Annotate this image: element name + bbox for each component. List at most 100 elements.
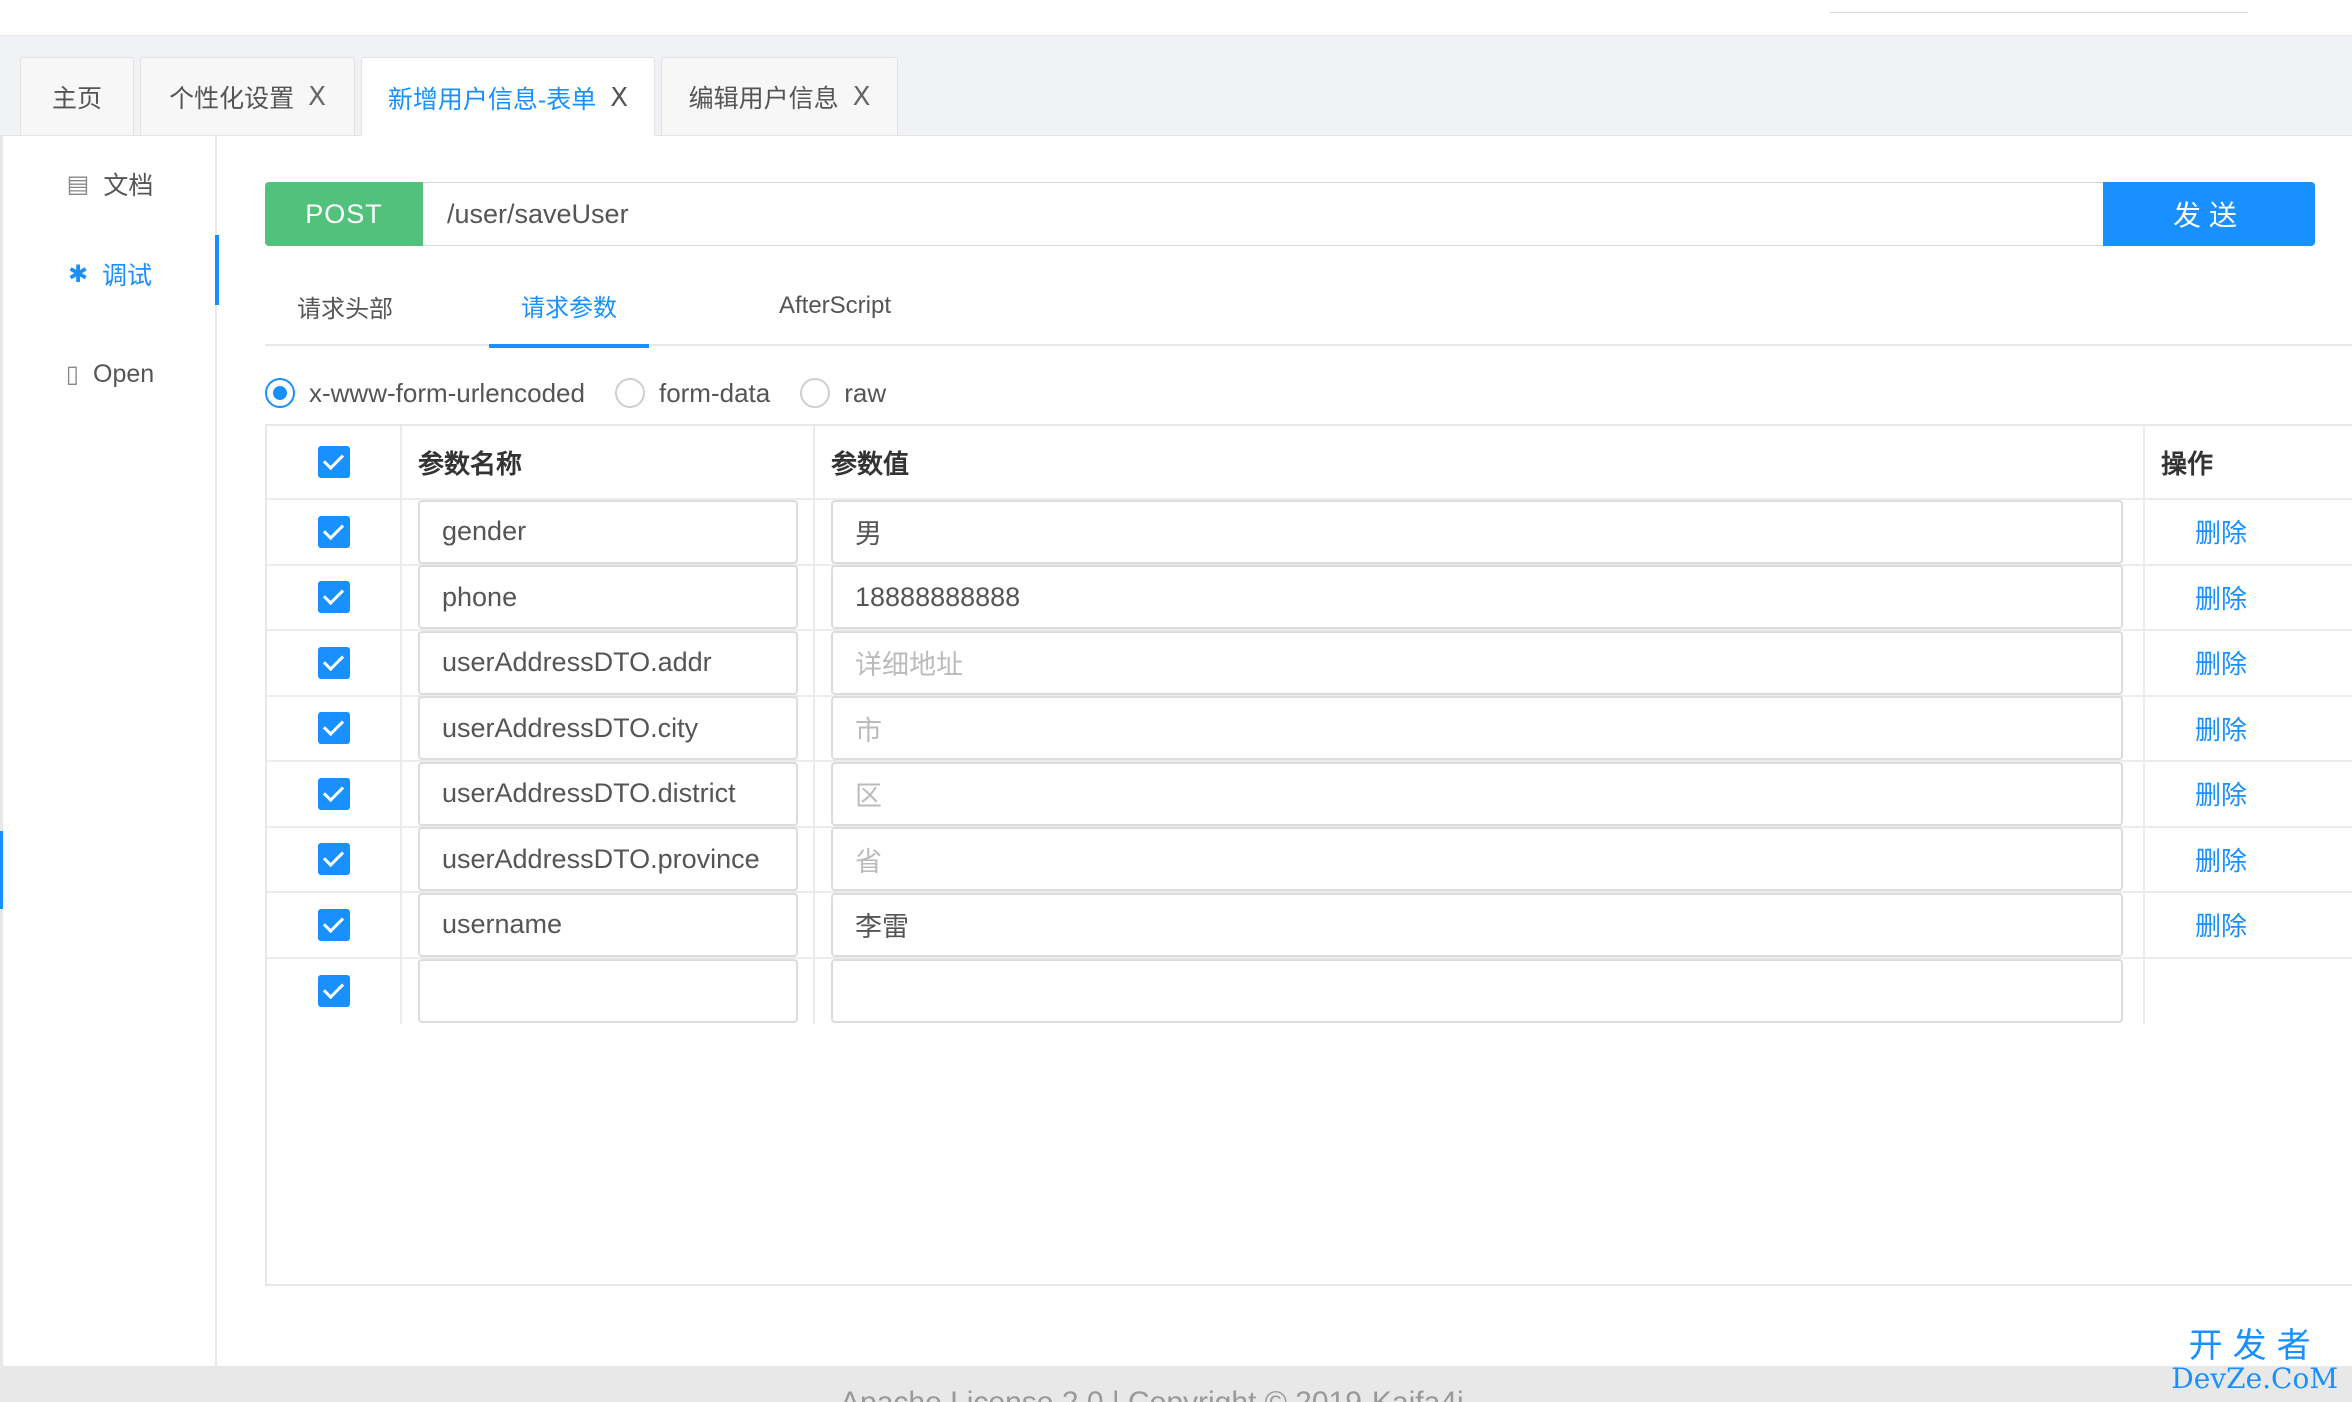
tab-label: 主页	[51, 84, 102, 113]
row-check-cell	[267, 565, 402, 629]
row-check-cell	[267, 631, 402, 695]
row-value-cell: 省	[815, 827, 2145, 892]
delete-link[interactable]: 删除	[2195, 644, 2247, 681]
param-value-input[interactable]: 18888888888	[831, 565, 2123, 630]
delete-link[interactable]: 删除	[2195, 841, 2247, 878]
select-all-checkbox[interactable]	[317, 446, 350, 478]
close-icon[interactable]: X	[610, 83, 628, 113]
row-check-cell	[267, 696, 402, 760]
row-check-cell	[267, 893, 402, 957]
delete-link[interactable]: 删除	[2195, 513, 2247, 550]
table-row: userAddressDTO.city 市 删除	[267, 696, 2352, 762]
row-name-cell: userAddressDTO.addr	[402, 630, 815, 695]
row-name-cell: username	[402, 892, 815, 957]
row-op-cell: 删除	[2145, 893, 2352, 957]
radio-form-data[interactable]: form-data	[614, 378, 770, 409]
close-icon[interactable]: X	[308, 82, 326, 112]
sidebar: ▤ 文档 ✱ 调试 ▯ Open	[3, 136, 219, 1366]
param-value-input[interactable]: 市	[831, 696, 2123, 761]
watermark-line2: DevZe.CoM	[2171, 1362, 2338, 1395]
tab-add-user-form[interactable]: 新增用户信息-表单 X	[361, 57, 655, 137]
table-row: userAddressDTO.district 区 删除	[267, 761, 2352, 828]
sidebar-item-label: 调试	[102, 262, 153, 290]
param-value-input[interactable]: 省	[831, 827, 2123, 892]
header-value: 参数值	[815, 426, 2145, 498]
param-value-input[interactable]	[831, 959, 2123, 1024]
top-header	[0, 0, 2352, 36]
param-name-input[interactable]	[418, 959, 798, 1024]
row-name-cell: userAddressDTO.city	[402, 696, 815, 761]
param-name-input[interactable]: userAddressDTO.province	[418, 827, 798, 892]
delete-link[interactable]: 删除	[2195, 710, 2247, 747]
param-name-input[interactable]: gender	[418, 499, 798, 564]
row-checkbox[interactable]	[317, 646, 350, 679]
header-search-underline	[1830, 12, 2248, 13]
param-name-input[interactable]: phone	[418, 565, 798, 630]
method-badge[interactable]: POST	[265, 182, 423, 246]
tab-label: 个性化设置	[169, 84, 295, 113]
param-name-input[interactable]: userAddressDTO.city	[418, 696, 798, 761]
param-name-input[interactable]: username	[418, 892, 798, 957]
tab-label: 新增用户信息-表单	[387, 85, 597, 114]
header-op: 操作	[2161, 448, 2214, 479]
row-checkbox[interactable]	[317, 712, 350, 745]
row-checkbox[interactable]	[317, 581, 350, 614]
param-value-input[interactable]: 区	[831, 761, 2123, 826]
row-checkbox[interactable]	[317, 777, 350, 810]
row-checkbox[interactable]	[317, 843, 350, 876]
table-header: 参数名称 参数值 操作	[267, 426, 2352, 500]
param-value-input[interactable]: 男	[831, 499, 2123, 564]
row-check-cell	[267, 827, 402, 891]
row-checkbox[interactable]	[317, 908, 350, 941]
delete-link[interactable]: 删除	[2195, 906, 2247, 943]
tab-request-params[interactable]: 请求参数	[489, 266, 649, 348]
row-name-cell: phone	[402, 565, 815, 630]
param-name-input[interactable]: userAddressDTO.addr	[418, 630, 798, 695]
row-check-cell	[267, 762, 402, 826]
param-value-input[interactable]: 李雷	[831, 892, 2123, 957]
radio-raw[interactable]: raw	[800, 378, 886, 409]
row-value-cell: 区	[815, 761, 2145, 826]
radio-dot[interactable]	[614, 378, 645, 408]
tab-bar: 主页 个性化设置 X 新增用户信息-表单 X 编辑用户信息 X	[0, 36, 2352, 137]
sidebar-item-open[interactable]: ▯ Open	[3, 329, 217, 419]
radio-urlencoded[interactable]: x-www-form-urlencoded	[265, 378, 585, 409]
url-input[interactable]: /user/saveUser	[423, 182, 2103, 246]
row-checkbox[interactable]	[317, 975, 350, 1008]
row-check-cell	[267, 500, 402, 564]
row-value-cell: 18888888888	[815, 565, 2145, 630]
radio-dot[interactable]	[265, 378, 295, 408]
tab-afterscript[interactable]: AfterScript	[725, 266, 945, 346]
tab-request-headers[interactable]: 请求头部	[265, 266, 425, 346]
row-op-cell: 删除	[2145, 631, 2352, 695]
radio-dot[interactable]	[800, 378, 831, 408]
radio-label: raw	[844, 377, 887, 408]
close-icon[interactable]: X	[853, 82, 871, 112]
table-row: gender 男 删除	[267, 499, 2352, 566]
row-op-cell: 删除	[2145, 828, 2352, 892]
row-name-cell: userAddressDTO.district	[402, 761, 815, 826]
param-value-input[interactable]: 详细地址	[831, 630, 2123, 695]
tab-edit-user[interactable]: 编辑用户信息 X	[661, 57, 898, 135]
row-value-cell: 详细地址	[815, 630, 2145, 695]
row-op-cell: 删除	[2145, 566, 2352, 630]
sidebar-item-label: Open	[93, 359, 155, 388]
header-name: 参数名称	[402, 426, 815, 498]
row-checkbox[interactable]	[317, 515, 350, 548]
watermark-line1: 开发者	[2188, 1326, 2321, 1366]
file-icon: ▯	[65, 360, 80, 388]
watermark-logo: 开发者 DevZe.CoM	[2171, 1328, 2338, 1394]
delete-link[interactable]: 删除	[2195, 775, 2247, 812]
footer: Apache License 2.0 | Copyright © 2019-Ka…	[0, 1366, 2352, 1402]
sidebar-item-docs[interactable]: ▤ 文档	[3, 139, 217, 229]
row-op-cell	[2145, 959, 2352, 1025]
row-op-cell: 删除	[2145, 697, 2352, 761]
send-button[interactable]: 发送	[2103, 182, 2315, 246]
delete-link[interactable]: 删除	[2195, 579, 2247, 616]
row-op-cell: 删除	[2145, 762, 2352, 826]
footer-text: Apache License 2.0 | Copyright © 2019-Ka…	[840, 1386, 1464, 1402]
tab-home[interactable]: 主页	[20, 57, 134, 135]
tab-personal-settings[interactable]: 个性化设置 X	[140, 57, 355, 135]
sidebar-item-debug[interactable]: ✱ 调试	[3, 229, 219, 319]
param-name-input[interactable]: userAddressDTO.district	[418, 761, 798, 826]
